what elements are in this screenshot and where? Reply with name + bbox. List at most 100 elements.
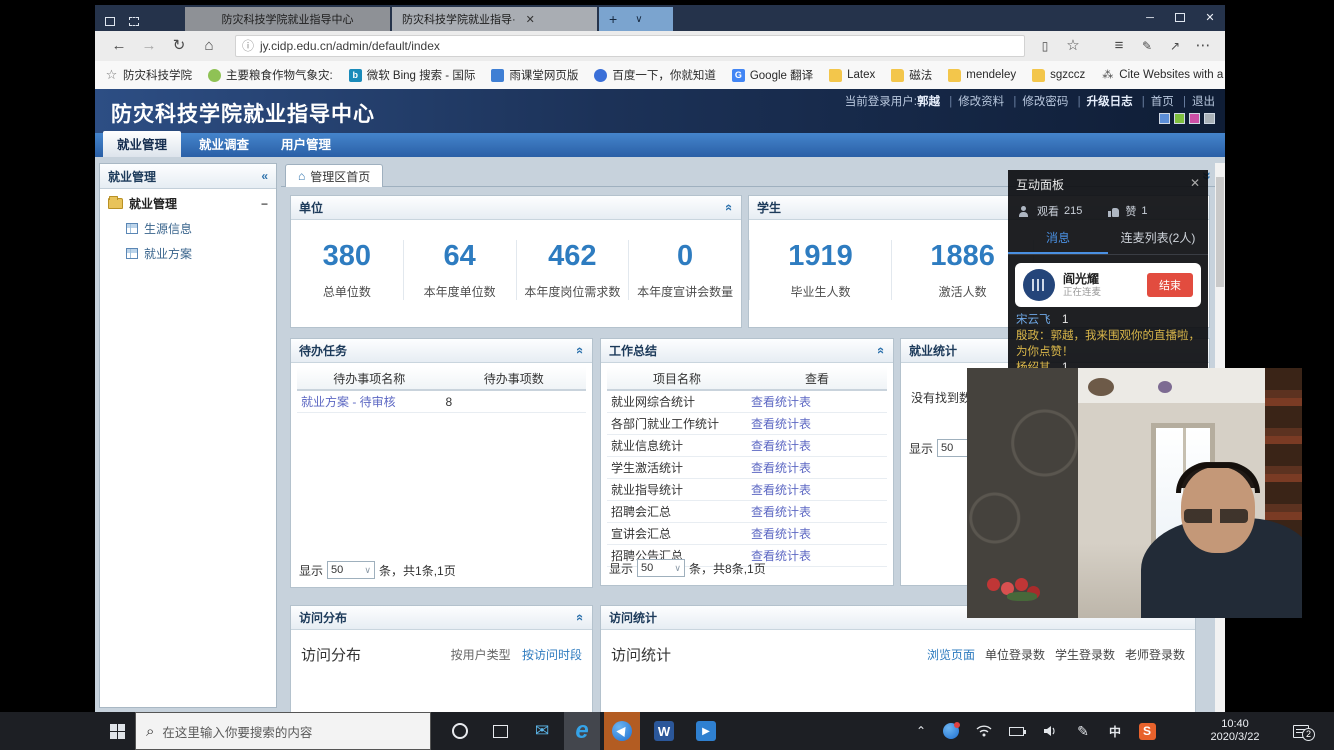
scrollbar-thumb[interactable] bbox=[1216, 177, 1224, 287]
tabs-aside-icon[interactable] bbox=[129, 13, 139, 31]
nav-tab-employment-management[interactable]: 就业管理 bbox=[103, 131, 181, 157]
nav-tab-employment-survey[interactable]: 就业调查 bbox=[185, 131, 263, 157]
window-close-button[interactable]: ✕ bbox=[1195, 5, 1225, 31]
page-size-select[interactable]: 50∨ bbox=[327, 561, 375, 579]
view-stats-link[interactable]: 查看统计表 bbox=[747, 391, 887, 412]
content-tab-home[interactable]: ⌂ 管理区首页 bbox=[285, 164, 383, 187]
theme-pink-swatch[interactable] bbox=[1189, 113, 1200, 124]
add-favorite-star-icon[interactable]: ☆ bbox=[1061, 35, 1085, 57]
view-stats-link[interactable]: 查看统计表 bbox=[747, 545, 887, 566]
tray-app-icon[interactable] bbox=[938, 712, 964, 750]
bookmark-folder[interactable]: mendeley bbox=[948, 69, 1016, 82]
todo-item-link[interactable]: 就业方案 - 待审核 bbox=[297, 391, 442, 412]
tree-root-employment[interactable]: 就业管理 − bbox=[100, 189, 276, 214]
pen-workspace-button[interactable]: ✎ bbox=[1070, 712, 1096, 750]
panel-collapse-icon[interactable]: « bbox=[874, 347, 889, 354]
annotate-icon[interactable]: ✎ bbox=[1135, 35, 1159, 57]
forward-icon[interactable]: → bbox=[137, 35, 161, 57]
bookmark-item[interactable]: GGoogle 翻译 bbox=[732, 67, 813, 83]
new-tab-button[interactable]: + bbox=[609, 11, 617, 27]
url-field[interactable]: ⓘjy.cidp.edu.cn/admin/default/index bbox=[235, 35, 1025, 57]
home-icon[interactable]: ⌂ bbox=[197, 35, 221, 57]
panel-collapse-icon[interactable]: « bbox=[573, 347, 588, 354]
more-options-icon[interactable]: ⋯ bbox=[1191, 35, 1215, 57]
filter-by-user-type-link[interactable]: 按用户类型 bbox=[451, 648, 511, 662]
theme-gray-swatch[interactable] bbox=[1204, 113, 1215, 124]
bookmark-folder[interactable]: Latex bbox=[829, 69, 875, 82]
theme-blue-swatch[interactable] bbox=[1159, 113, 1170, 124]
end-mic-button[interactable]: 结束 bbox=[1147, 273, 1193, 297]
taskbar-search[interactable]: ⌕ 在这里输入你要搜索的内容 bbox=[135, 712, 431, 750]
live-app-button[interactable] bbox=[604, 712, 640, 750]
tree-item-student-source[interactable]: 生源信息 bbox=[100, 214, 276, 239]
view-stats-link[interactable]: 查看统计表 bbox=[747, 435, 887, 456]
back-icon[interactable]: ← bbox=[107, 35, 131, 57]
volume-indicator[interactable] bbox=[1036, 712, 1064, 750]
tab-mic-list[interactable]: 连麦列表(2人) bbox=[1108, 225, 1208, 254]
page-size-select[interactable]: 50∨ bbox=[637, 559, 685, 577]
sidebar-collapse-icon[interactable]: « bbox=[261, 169, 268, 183]
word-app-button[interactable]: W bbox=[646, 712, 682, 750]
video-app-button[interactable]: ▶ bbox=[688, 712, 724, 750]
bookmark-item[interactable]: 雨课堂网页版 bbox=[491, 67, 578, 83]
tab-list-chevron-icon[interactable]: ∨ bbox=[635, 14, 642, 25]
reading-view-icon[interactable]: ▯ bbox=[1033, 35, 1057, 57]
browser-tab[interactable]: 防灾科技学院就业指导中心 bbox=[185, 7, 390, 31]
bookmark-item[interactable]: 主要粮食作物气象灾: bbox=[208, 67, 333, 83]
logout-link[interactable]: 退出 bbox=[1192, 96, 1215, 108]
filter-student-logins-link[interactable]: 学生登录数 bbox=[1055, 646, 1115, 663]
tab-close-icon[interactable]: ✕ bbox=[526, 13, 535, 26]
browser-tab-active[interactable]: 防灾科技学院就业指导· ✕ bbox=[392, 7, 597, 31]
bookmark-item[interactable]: 百度一下，你就知道 bbox=[594, 67, 716, 83]
share-icon[interactable]: ↗ bbox=[1163, 35, 1187, 57]
cortana-button[interactable] bbox=[442, 712, 478, 750]
chat-messages: 宋云飞 1 殷政：郭越，我来围观你的直播啦，为你点赞！ 杨绍其 1 bbox=[1008, 313, 1208, 376]
change-password-link[interactable]: 修改密码 bbox=[1022, 96, 1068, 108]
bookmark-item[interactable]: b微软 Bing 搜索 - 国际 bbox=[349, 67, 476, 83]
tray-expand-chevron[interactable]: ⌃ bbox=[908, 712, 934, 750]
sogou-ime-button[interactable]: S bbox=[1134, 712, 1160, 750]
edge-app-button[interactable]: e bbox=[564, 712, 600, 750]
view-stats-link[interactable]: 查看统计表 bbox=[747, 413, 887, 434]
home-link[interactable]: 首页 bbox=[1151, 96, 1174, 108]
start-button[interactable] bbox=[100, 712, 135, 750]
panel-collapse-icon[interactable]: « bbox=[573, 614, 588, 621]
site-info-icon[interactable]: ⓘ bbox=[242, 39, 254, 53]
tabs-preview-icon[interactable] bbox=[105, 13, 115, 31]
bookmark-folder[interactable]: 磁法 bbox=[891, 67, 932, 83]
ime-indicator[interactable]: 中 bbox=[1102, 712, 1128, 750]
window-restore-button[interactable] bbox=[1165, 5, 1195, 31]
filter-unit-logins-link[interactable]: 单位登录数 bbox=[985, 646, 1045, 663]
clock[interactable]: 10:40 2020/3/22 bbox=[1200, 712, 1270, 750]
favorites-hub-icon[interactable]: ≡ bbox=[1107, 35, 1131, 57]
tree-item-employment-plan[interactable]: 就业方案 bbox=[100, 239, 276, 264]
stat-units-this-year: 64本年度单位数 bbox=[404, 240, 517, 300]
word-icon: W bbox=[654, 721, 674, 741]
changelog-link[interactable]: 升级日志 bbox=[1087, 96, 1133, 108]
mail-app-button[interactable]: ✉ bbox=[524, 712, 560, 750]
filter-teacher-logins-link[interactable]: 老师登录数 bbox=[1125, 646, 1185, 663]
tree-collapse-minus-icon[interactable]: − bbox=[261, 197, 268, 211]
notification-center-button[interactable]: 2 bbox=[1286, 712, 1316, 750]
view-stats-link[interactable]: 查看统计表 bbox=[747, 457, 887, 478]
refresh-icon[interactable]: ↻ bbox=[167, 35, 191, 57]
nav-tab-user-management[interactable]: 用户管理 bbox=[267, 131, 345, 157]
bookmark-item[interactable]: ☆防灾科技学院 bbox=[105, 67, 192, 83]
view-stats-link[interactable]: 查看统计表 bbox=[747, 523, 887, 544]
filter-page-views-link[interactable]: 浏览页面 bbox=[927, 646, 975, 663]
theme-green-swatch[interactable] bbox=[1174, 113, 1185, 124]
edit-profile-link[interactable]: 修改资料 bbox=[958, 96, 1004, 108]
tab-messages[interactable]: 消息 bbox=[1008, 225, 1108, 254]
bookmark-folder[interactable]: sgzccz bbox=[1032, 69, 1085, 82]
view-stats-link[interactable]: 查看统计表 bbox=[747, 501, 887, 522]
battery-indicator[interactable] bbox=[1002, 712, 1030, 750]
close-icon[interactable]: ✕ bbox=[1190, 176, 1200, 193]
panel-collapse-icon[interactable]: « bbox=[722, 204, 737, 211]
window-minimize-button[interactable]: ─ bbox=[1135, 5, 1165, 31]
bookmark-item[interactable]: ⁂Cite Websites with a I bbox=[1101, 69, 1225, 82]
wifi-indicator[interactable] bbox=[970, 712, 998, 750]
view-stats-link[interactable]: 查看统计表 bbox=[747, 479, 887, 500]
filter-by-time-link[interactable]: 按访问时段 bbox=[522, 648, 582, 662]
task-view-icon bbox=[493, 725, 508, 738]
task-view-button[interactable] bbox=[482, 712, 518, 750]
